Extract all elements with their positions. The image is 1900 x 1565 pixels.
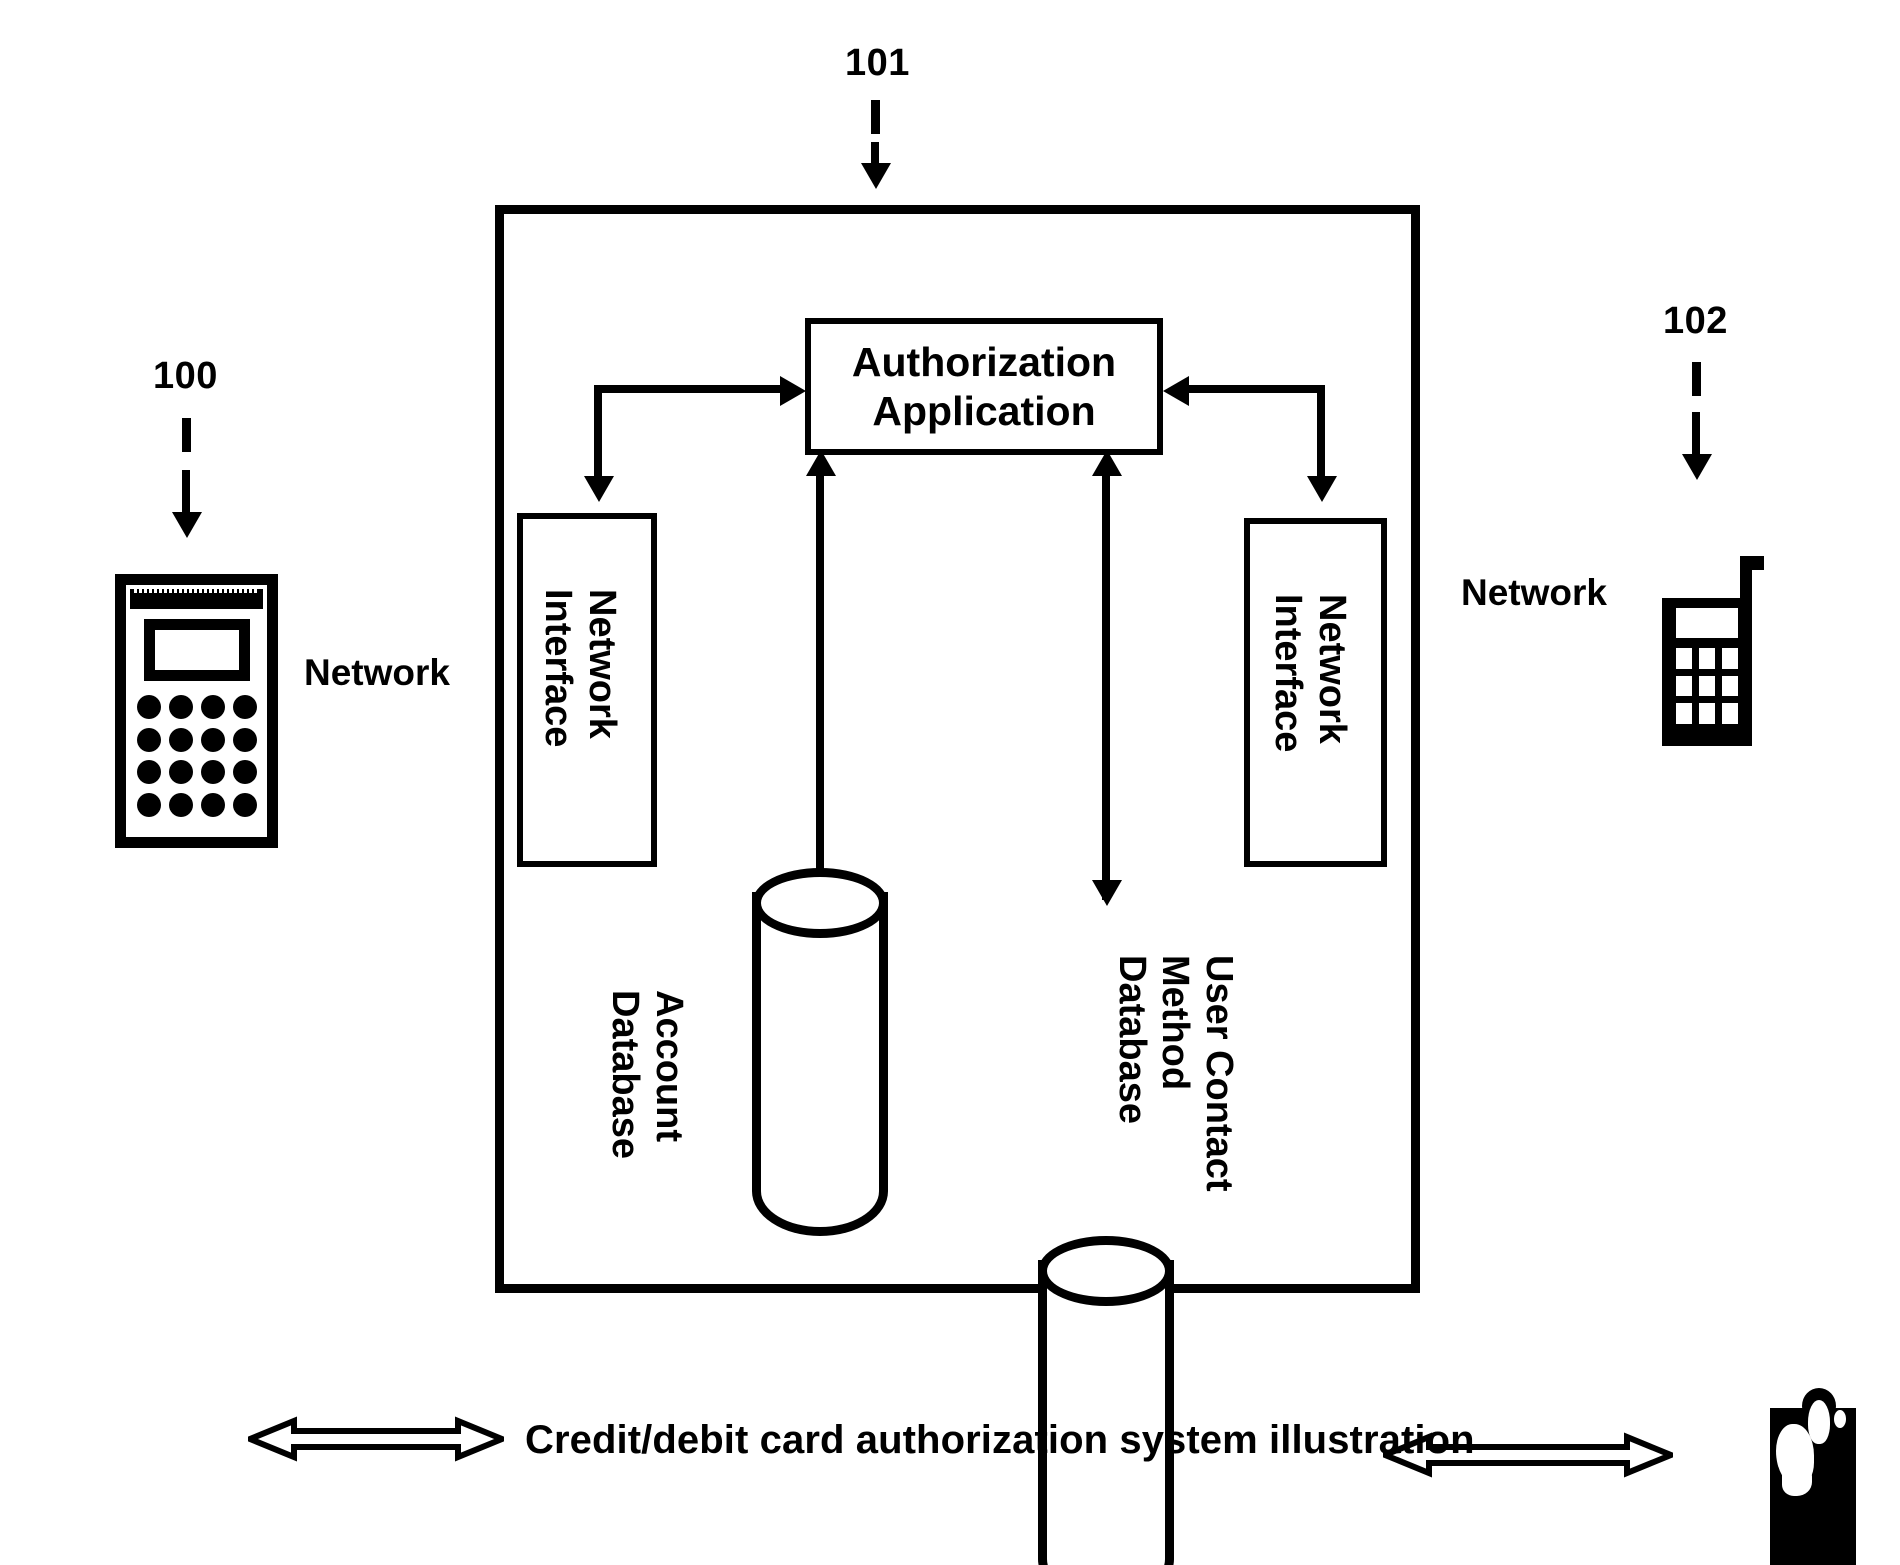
- account-database-cylinder-top: [752, 868, 888, 938]
- pos-key[interactable]: [232, 695, 257, 720]
- arrow-auth-to-ni-right-horizontal: [1185, 385, 1325, 393]
- pos-key[interactable]: [232, 760, 257, 785]
- left-network-double-arrow: [248, 1416, 504, 1462]
- ref-101-arrowhead: [861, 163, 891, 189]
- phone-key[interactable]: [1676, 648, 1692, 669]
- pos-key[interactable]: [168, 695, 193, 720]
- phone-antenna-tip-icon: [1740, 556, 1764, 570]
- account-database-cylinder[interactable]: [752, 868, 888, 1236]
- ref-102-dash: [1692, 362, 1701, 396]
- left-network-link-label: Network: [304, 652, 450, 693]
- pos-key[interactable]: [200, 727, 225, 752]
- network-interface-left-box[interactable]: Network Interface: [517, 513, 657, 867]
- pos-terminal-display: [143, 619, 250, 681]
- ref-100-stem: [182, 470, 190, 514]
- authorization-application-line1: Authorization: [851, 339, 1117, 386]
- pos-key[interactable]: [168, 792, 193, 817]
- account-database-cylinder-body: [752, 892, 888, 1236]
- arrow-auth-to-contact-db-head: [1092, 880, 1122, 906]
- person-holding-phone-icon: [1768, 1388, 1860, 1565]
- pos-key[interactable]: [136, 695, 161, 720]
- person-face: [1808, 1400, 1830, 1444]
- arrow-auth-to-ni-right-vertical: [1317, 388, 1325, 480]
- card-reader-slot-icon: [130, 589, 263, 609]
- figure-caption: Credit/debit card authorization system i…: [525, 1418, 1475, 1462]
- ref-100-dash: [182, 418, 191, 452]
- figure-canvas: 101 100 102 Authorization Application Ne…: [0, 0, 1900, 1565]
- pos-key[interactable]: [200, 695, 225, 720]
- user-contact-method-database-label: User Contact Method Database: [1109, 955, 1240, 1192]
- mobile-phone-display: [1676, 608, 1738, 638]
- network-interface-right-box[interactable]: Network Interface: [1244, 518, 1387, 867]
- pos-key[interactable]: [168, 727, 193, 752]
- authorization-application-line2: Application: [872, 387, 1096, 434]
- phone-key[interactable]: [1699, 648, 1715, 669]
- user-contact-method-database-cylinder-top: [1038, 1236, 1174, 1306]
- pos-terminal[interactable]: [115, 574, 278, 848]
- reference-number-100: 100: [153, 355, 218, 397]
- pos-key[interactable]: [232, 727, 257, 752]
- user-contact-method-database-line2: Method: [1154, 955, 1197, 1091]
- pos-key[interactable]: [136, 727, 161, 752]
- person-forearm: [1782, 1468, 1812, 1496]
- pos-key[interactable]: [136, 792, 161, 817]
- pos-key[interactable]: [232, 792, 257, 817]
- phone-key[interactable]: [1699, 675, 1715, 697]
- mobile-phone-body[interactable]: [1662, 598, 1752, 746]
- ref-100-arrowhead: [172, 512, 202, 538]
- ref-102-stem: [1692, 412, 1700, 456]
- network-interface-right-line1: Network: [1311, 594, 1353, 744]
- user-contact-method-database-line1: User Contact: [1198, 955, 1240, 1192]
- pos-key[interactable]: [168, 760, 193, 785]
- phone-key[interactable]: [1676, 675, 1692, 697]
- user-contact-method-database-line3: Database: [1110, 955, 1153, 1124]
- arrow-account-db-to-auth-head: [806, 450, 836, 476]
- phone-key[interactable]: [1676, 703, 1692, 724]
- pos-key[interactable]: [136, 760, 161, 785]
- network-interface-left-line1: Network: [581, 589, 623, 739]
- pos-key[interactable]: [200, 760, 225, 785]
- ref-102-arrowhead: [1682, 454, 1712, 480]
- right-network-link-label: Network: [1461, 572, 1607, 613]
- authorization-application-box[interactable]: Authorization Application: [805, 318, 1163, 455]
- arrow-auth-to-ni-left-head: [584, 476, 614, 502]
- phone-key[interactable]: [1722, 675, 1738, 697]
- arrow-ni-right-to-auth-head: [1163, 376, 1189, 406]
- account-database-line2: Database: [604, 990, 647, 1159]
- arrow-ni-left-to-auth-head: [780, 376, 806, 406]
- account-database-line1: Account: [648, 990, 690, 1142]
- mobile-phone[interactable]: [1662, 556, 1772, 746]
- reference-number-101: 101: [845, 42, 910, 84]
- network-interface-left-line2: Interface: [537, 589, 580, 748]
- arrow-auth-to-ni-left-vertical: [594, 388, 602, 480]
- arrow-contact-db-line: [1102, 470, 1110, 900]
- reference-number-102: 102: [1663, 300, 1728, 342]
- account-database-label: Account Database: [603, 990, 690, 1159]
- person-ear: [1834, 1410, 1846, 1428]
- arrow-auth-to-ni-right-head: [1307, 476, 1337, 502]
- network-interface-right-line2: Interface: [1267, 594, 1310, 753]
- pos-key[interactable]: [200, 792, 225, 817]
- arrow-contact-db-to-auth-head: [1092, 450, 1122, 476]
- mobile-phone-keypad[interactable]: [1676, 648, 1738, 724]
- phone-key[interactable]: [1722, 648, 1738, 669]
- arrow-ni-left-to-auth-horizontal: [594, 385, 784, 393]
- user-contact-method-database-cylinder[interactable]: [1038, 1236, 1174, 1565]
- network-interface-left-label: Network Interface: [536, 589, 623, 747]
- pos-terminal-keypad[interactable]: [133, 691, 261, 821]
- arrow-account-db-line: [816, 470, 824, 900]
- phone-key[interactable]: [1699, 703, 1715, 724]
- network-interface-right-label: Network Interface: [1266, 594, 1353, 752]
- phone-key[interactable]: [1722, 703, 1738, 724]
- ref-101-dash: [871, 100, 880, 134]
